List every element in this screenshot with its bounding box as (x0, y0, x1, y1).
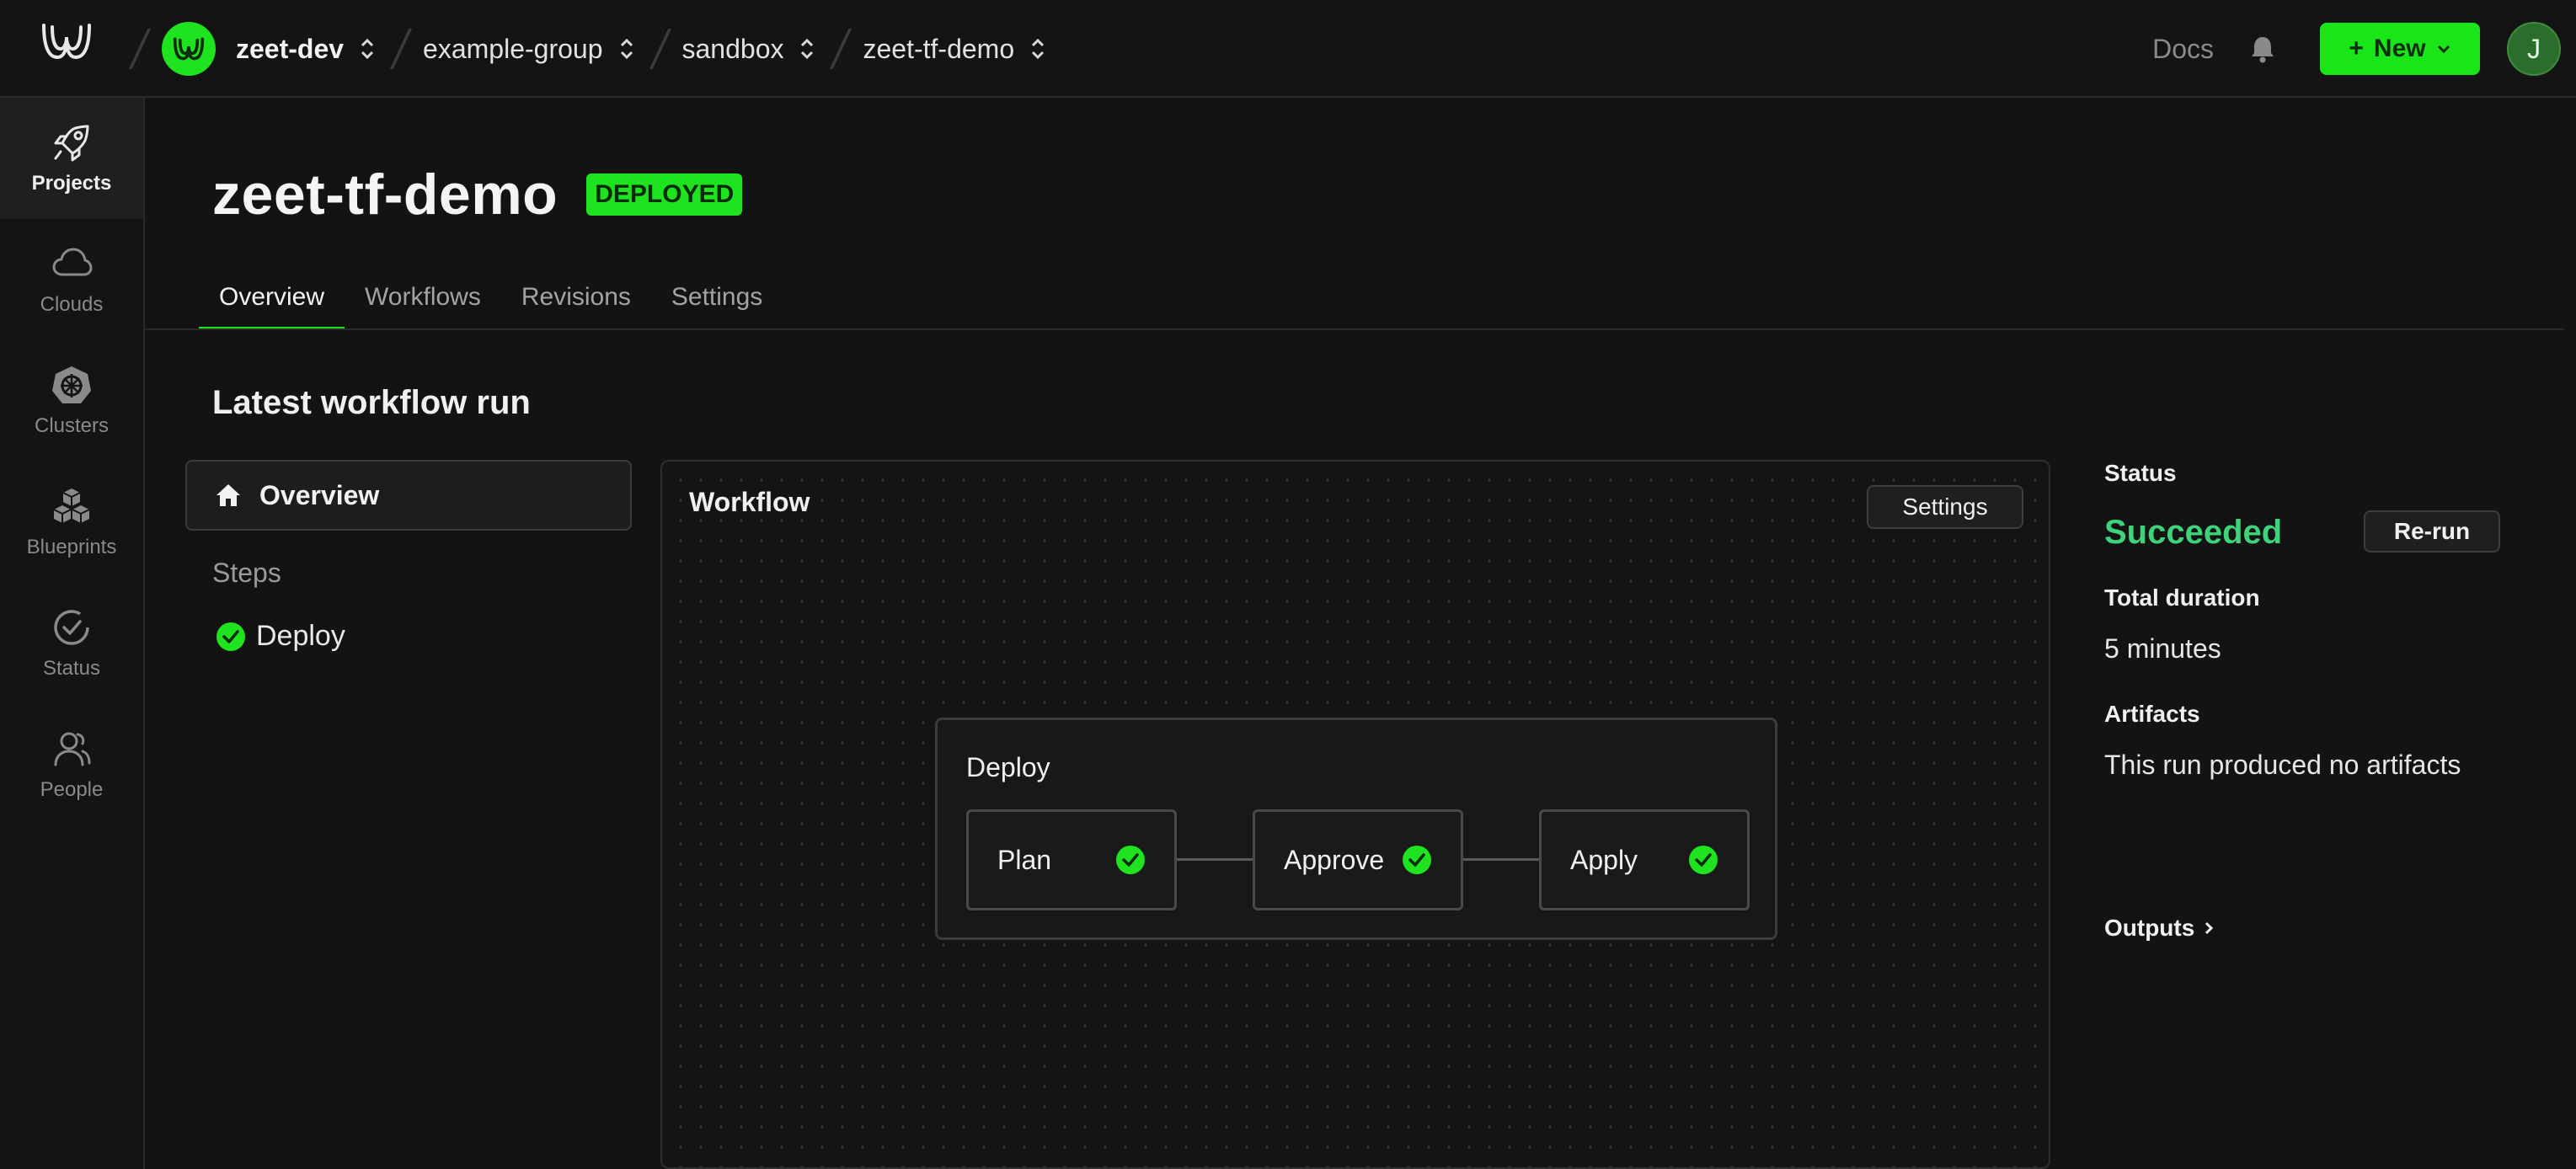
sidebar-item-clusters[interactable]: Clusters (0, 340, 143, 462)
check-circle-icon (1689, 846, 1718, 874)
workflow-node-apply[interactable]: Apply (1539, 809, 1750, 910)
chevron-up-down-icon (361, 38, 374, 60)
step-label: Deploy (256, 620, 345, 652)
sidebar: Projects Clouds Clusters Blueprints Stat… (0, 98, 145, 1169)
workflow-settings-button[interactable]: Settings (1867, 485, 2023, 529)
check-circle-icon (1403, 846, 1431, 874)
sidebar-item-people[interactable]: People (0, 704, 143, 825)
tab-settings[interactable]: Settings (651, 273, 783, 330)
helm-icon (52, 366, 91, 403)
top-right-actions: Docs + New J (2152, 0, 2576, 98)
cubes-icon (53, 488, 90, 523)
status-badge: DEPLOYED (586, 173, 743, 216)
node-label: Approve (1284, 844, 1385, 875)
sidebar-item-clouds[interactable]: Clouds (0, 219, 143, 340)
sidebar-item-label: People (40, 778, 104, 801)
page-title: zeet-tf-demo (212, 163, 558, 227)
breadcrumb-label: zeet-dev (236, 33, 345, 64)
top-bar: zeet-dev example-group sandbox zeet-tf-d… (0, 0, 2576, 98)
sidebar-item-projects[interactable]: Projects (0, 98, 143, 219)
artifacts-label: Artifacts (2104, 701, 2200, 727)
divider (145, 328, 2564, 330)
org-avatar (162, 22, 216, 76)
breadcrumb: zeet-dev example-group sandbox zeet-tf-d… (118, 0, 1050, 98)
sidebar-item-label: Blueprints (26, 536, 117, 558)
sidebar-item-label: Clouds (40, 293, 104, 316)
duration-label: Total duration (2104, 584, 2260, 611)
breadcrumb-group[interactable]: example-group (423, 34, 638, 65)
status-check-icon (54, 610, 89, 645)
sidebar-item-blueprints[interactable]: Blueprints (0, 462, 143, 583)
run-overview-label: Overview (259, 479, 380, 510)
workflow-title: Workflow (689, 487, 810, 517)
sidebar-item-status[interactable]: Status (0, 583, 143, 704)
tab-overview[interactable]: Overview (199, 273, 345, 330)
people-icon (54, 732, 91, 766)
cloud-icon (52, 248, 93, 276)
breadcrumb-separator (389, 29, 413, 69)
check-circle-icon (1116, 846, 1145, 874)
workflow-node-plan[interactable]: Plan (966, 809, 1177, 910)
rerun-button[interactable]: Re-run (2364, 510, 2500, 552)
tab-revisions[interactable]: Revisions (501, 273, 651, 330)
workflow-group-deploy[interactable]: Deploy Plan Approve Apply (935, 718, 1777, 940)
project-header: zeet-tf-demo DEPLOYED (212, 162, 743, 227)
zeet-logo-icon (173, 37, 205, 61)
bell-icon[interactable] (2247, 34, 2278, 64)
artifacts-value: This run produced no artifacts (2104, 750, 2461, 780)
breadcrumb-label: sandbox (681, 33, 784, 64)
docs-link[interactable]: Docs (2152, 34, 2214, 65)
chevron-up-down-icon (1032, 38, 1045, 60)
chevron-right-icon (2205, 921, 2214, 935)
breadcrumb-label: example-group (423, 33, 603, 64)
tab-bar: Overview Workflows Revisions Settings (199, 273, 783, 330)
main-content: zeet-tf-demo DEPLOYED Overview Workflows… (145, 98, 2576, 1169)
sidebar-item-label: Status (42, 657, 101, 680)
chevron-down-icon (2437, 45, 2450, 54)
breadcrumb-label: zeet-tf-demo (863, 33, 1015, 64)
duration-value: 5 minutes (2104, 633, 2221, 664)
section-title: Latest workflow run (212, 384, 531, 421)
sidebar-item-label: Clusters (34, 414, 110, 437)
step-item-deploy[interactable]: Deploy (216, 620, 345, 653)
workflow-node-approve[interactable]: Approve (1253, 809, 1463, 910)
workflow-canvas[interactable]: Workflow Settings Deploy Plan Approve Ap… (660, 460, 2050, 1169)
breadcrumb-separator (128, 29, 152, 69)
breadcrumb-subgroup[interactable]: sandbox (682, 34, 820, 65)
node-label: Apply (1570, 844, 1638, 875)
status-label: Status (2104, 460, 2177, 486)
workflow-connector (1463, 858, 1541, 861)
breadcrumb-project[interactable]: zeet-tf-demo (863, 34, 1050, 65)
new-button[interactable]: + New (2320, 23, 2480, 75)
rocket-icon (54, 125, 89, 162)
plus-icon: + (2349, 35, 2364, 62)
chevron-up-down-icon (620, 38, 633, 60)
check-circle-icon (216, 622, 245, 651)
outputs-link[interactable]: Outputs (2104, 915, 2215, 942)
tab-workflows[interactable]: Workflows (345, 273, 501, 330)
new-button-label: New (2373, 35, 2426, 62)
breadcrumb-org[interactable]: zeet-dev (162, 22, 379, 76)
chevron-up-down-icon (801, 38, 814, 60)
node-label: Plan (997, 844, 1052, 875)
zeet-logo-icon[interactable] (39, 20, 94, 62)
home-icon (216, 484, 240, 506)
sidebar-item-label: Projects (31, 172, 112, 195)
status-value: Succeeded (2104, 514, 2283, 551)
breadcrumb-separator (649, 29, 671, 69)
breadcrumb-separator (830, 29, 852, 69)
workflow-group-title: Deploy (966, 752, 1050, 782)
run-overview-button[interactable]: Overview (185, 460, 632, 531)
workflow-connector (1177, 858, 1254, 861)
outputs-label: Outputs (2104, 915, 2195, 941)
steps-label: Steps (212, 558, 281, 588)
user-avatar[interactable]: J (2507, 22, 2561, 76)
